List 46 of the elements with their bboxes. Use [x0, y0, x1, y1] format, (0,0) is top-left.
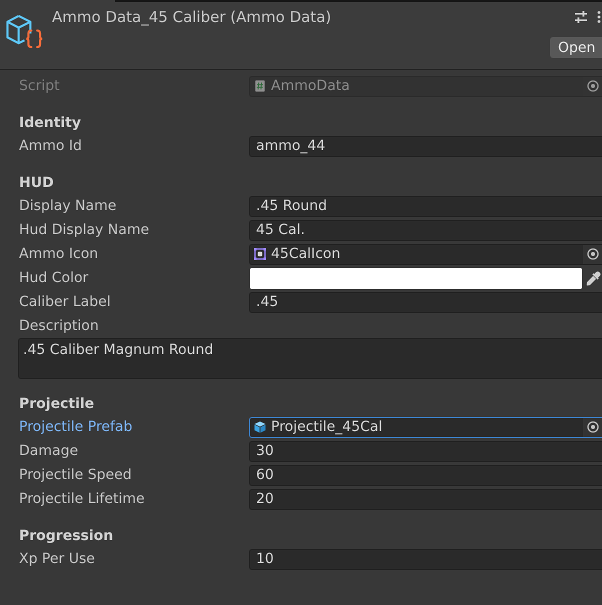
cube-braces-icon [6, 14, 43, 51]
field-label: Projectile Lifetime [19, 491, 146, 507]
text-field[interactable]: 45 Cal. [249, 220, 602, 240]
asset-title: Ammo Data_45 Caliber (Ammo Data) [52, 7, 332, 27]
field-label: Ammo Icon [19, 246, 100, 262]
eyedropper-icon[interactable] [586, 270, 601, 286]
object-field[interactable]: 45CalIcon [249, 244, 602, 264]
field-label: Caliber Label [19, 294, 112, 310]
text-field[interactable]: .45 [249, 292, 602, 312]
target-icon [586, 80, 598, 92]
cube-icon [254, 421, 266, 433]
more-menu-icon[interactable] [597, 11, 601, 23]
text-field[interactable]: .45 Round [249, 196, 602, 216]
open-button[interactable]: Open [550, 37, 602, 58]
field-value: 45CalIcon [271, 246, 342, 262]
text-area[interactable]: .45 Caliber Magnum Round [18, 338, 602, 379]
field-label: Display Name [19, 198, 118, 214]
field-label: Ammo Id [19, 138, 83, 154]
target-icon [586, 421, 598, 433]
field-label: Hud Display Name [19, 222, 150, 238]
field-label: Hud Color [19, 270, 90, 286]
field-label: Damage [19, 443, 80, 459]
sliders-icon[interactable] [575, 11, 587, 23]
field-value: Projectile_45Cal [271, 419, 384, 435]
target-icon [586, 248, 598, 260]
field-label: Description [19, 318, 100, 334]
section-heading: Progression [19, 527, 114, 546]
object-field[interactable]: Projectile_45Cal [249, 416, 602, 438]
object-picker-button[interactable] [583, 244, 602, 264]
object-picker-button[interactable] [583, 418, 602, 436]
field-label: Script [19, 78, 61, 94]
section-heading: HUD [19, 174, 55, 193]
text-field[interactable]: 30 [249, 440, 602, 462]
sprite-icon [254, 248, 266, 260]
field-label: Xp Per Use [19, 551, 96, 567]
field-value: AmmoData [271, 78, 351, 94]
text-field[interactable]: 60 [249, 464, 602, 486]
field-label: Projectile Speed [19, 467, 133, 483]
text-field[interactable]: ammo_44 [249, 136, 602, 156]
text-field[interactable]: 20 [249, 488, 602, 510]
section-heading: Projectile [19, 395, 96, 414]
field-label: Projectile Prefab [19, 419, 134, 435]
script-file-icon [254, 80, 266, 92]
text-field[interactable]: 10 [249, 548, 602, 570]
color-field[interactable] [250, 268, 582, 288]
section-heading: Identity [19, 114, 82, 133]
